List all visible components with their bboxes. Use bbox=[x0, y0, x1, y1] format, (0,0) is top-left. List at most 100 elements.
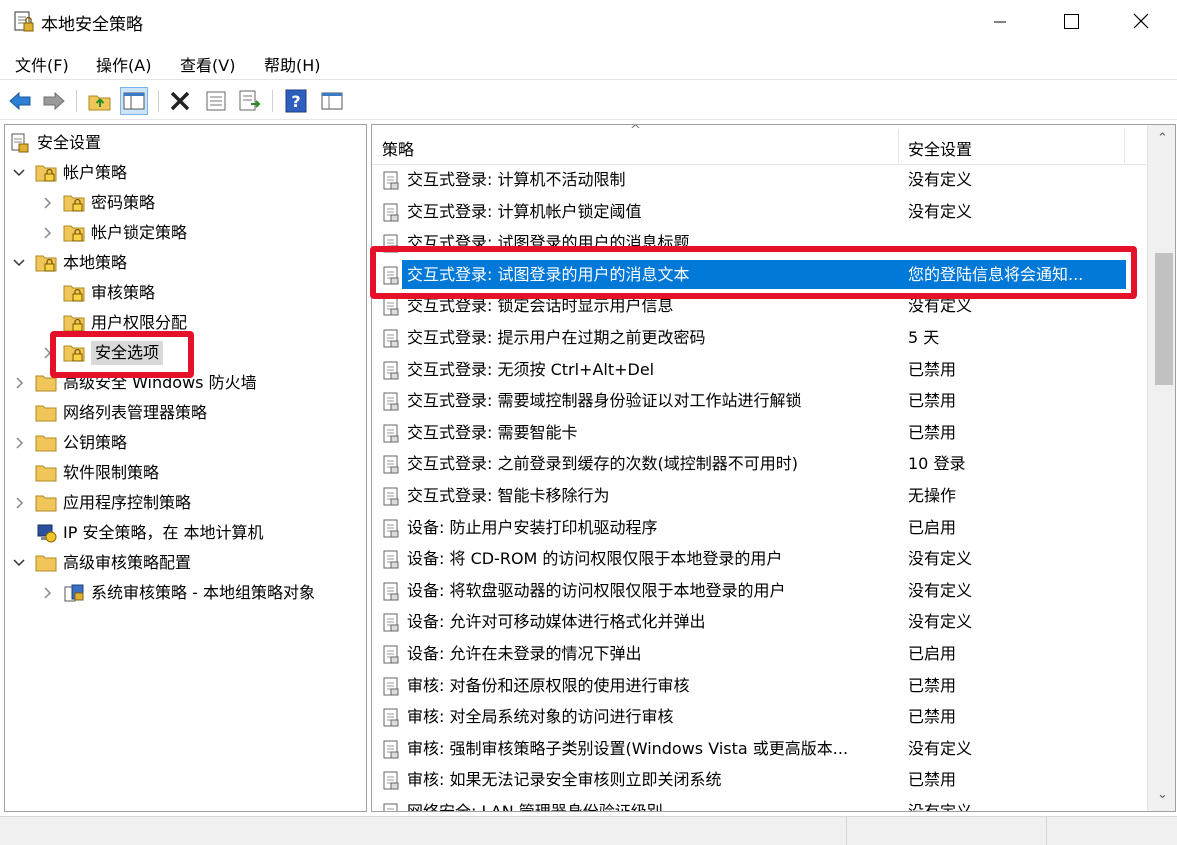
status-divider bbox=[846, 817, 847, 845]
folder-icon bbox=[35, 433, 57, 453]
column-divider[interactable] bbox=[1124, 129, 1125, 163]
expand-open-icon[interactable] bbox=[11, 248, 27, 278]
tree-item[interactable]: 安全设置 bbox=[5, 128, 355, 158]
policy-setting-value: 没有定义 bbox=[908, 549, 973, 569]
maximize-icon bbox=[1064, 14, 1079, 29]
policy-row[interactable]: 审核: 如果无法记录安全审核则立即关闭系统 已禁用 bbox=[372, 764, 1147, 796]
policy-setting-value: 已禁用 bbox=[908, 422, 957, 442]
tree-item-label: 密码策略 bbox=[91, 193, 156, 212]
svg-text:?: ? bbox=[291, 92, 300, 111]
menu-file[interactable]: 文件(F) bbox=[15, 52, 69, 76]
policy-setting-icon bbox=[382, 486, 400, 506]
tree-item[interactable]: 高级审核策略配置 bbox=[11, 548, 361, 578]
tree-item[interactable]: 帐户锁定策略 bbox=[39, 218, 366, 248]
policy-row[interactable]: 设备: 将软盘驱动器的访问权限仅限于本地登录的用户 没有定义 bbox=[372, 575, 1147, 607]
policy-row[interactable]: 审核: 对备份和还原权限的使用进行审核 已禁用 bbox=[372, 670, 1147, 702]
security-settings-icon bbox=[9, 133, 31, 153]
policy-name: 设备: 将软盘驱动器的访问权限仅限于本地登录的用户 bbox=[407, 580, 786, 600]
tree-item-label: IP 安全策略，在 本地计算机 bbox=[63, 523, 264, 542]
tree-item[interactable]: 本地策略 bbox=[11, 248, 361, 278]
tree-item[interactable]: 系统审核策略 - 本地组策略对象 bbox=[39, 578, 366, 608]
tree-item-label: 网络列表管理器策略 bbox=[63, 403, 208, 422]
up-folder-icon[interactable] bbox=[86, 87, 114, 115]
policy-setting-value: 已禁用 bbox=[908, 675, 957, 695]
export-list-icon[interactable] bbox=[236, 87, 264, 115]
policy-setting-value: 没有定义 bbox=[908, 170, 973, 189]
policy-setting-icon bbox=[382, 518, 400, 538]
highlight-box-message-text bbox=[370, 246, 1137, 299]
tree-item[interactable]: IP 安全策略，在 本地计算机 bbox=[11, 518, 361, 548]
policy-row[interactable]: 交互式登录: 计算机帐户锁定阈值 没有定义 bbox=[372, 196, 1147, 228]
column-divider[interactable] bbox=[898, 129, 899, 163]
sort-ascending-icon: ^ bbox=[630, 124, 641, 138]
help-icon[interactable]: ? bbox=[282, 87, 310, 115]
back-icon[interactable] bbox=[6, 87, 34, 115]
menu-help[interactable]: 帮助(H) bbox=[264, 52, 321, 76]
policy-setting-icon bbox=[382, 170, 400, 190]
menu-view[interactable]: 查看(V) bbox=[180, 52, 235, 76]
scroll-up-icon[interactable]: ⌃ bbox=[1148, 131, 1175, 151]
scroll-thumb[interactable] bbox=[1155, 253, 1173, 385]
policy-name: 审核: 对备份和还原权限的使用进行审核 bbox=[407, 675, 690, 695]
policy-setting-icon bbox=[382, 802, 400, 811]
policy-setting-icon bbox=[382, 202, 400, 222]
forward-icon[interactable] bbox=[40, 87, 68, 115]
policy-row[interactable]: 交互式登录: 智能卡移除行为 无操作 bbox=[372, 480, 1147, 512]
vertical-scrollbar[interactable]: ⌃ ⌄ bbox=[1147, 125, 1175, 811]
policy-name: 设备: 允许在未登录的情况下弹出 bbox=[407, 644, 642, 663]
policy-row[interactable]: 交互式登录: 需要域控制器身份验证以对工作站进行解锁 已禁用 bbox=[372, 385, 1147, 417]
expand-closed-icon[interactable] bbox=[39, 218, 55, 248]
policy-row[interactable]: 设备: 允许在未登录的情况下弹出 已启用 bbox=[372, 638, 1147, 670]
view-icon[interactable] bbox=[318, 87, 346, 115]
policy-name: 设备: 将 CD-ROM 的访问权限仅限于本地登录的用户 bbox=[407, 549, 783, 569]
close-button[interactable] bbox=[1118, 0, 1164, 44]
toolbar: ? bbox=[0, 82, 1177, 120]
policy-setting-value: 没有定义 bbox=[908, 738, 973, 758]
policy-row[interactable]: 交互式登录: 无须按 Ctrl+Alt+Del 已禁用 bbox=[372, 354, 1147, 386]
policy-row[interactable]: 交互式登录: 计算机不活动限制 没有定义 bbox=[372, 164, 1147, 196]
tree-item[interactable]: 公钥策略 bbox=[11, 428, 361, 458]
tree-item[interactable]: 网络列表管理器策略 bbox=[11, 398, 361, 428]
expand-open-icon[interactable] bbox=[11, 548, 27, 578]
policy-name: 交互式登录: 计算机帐户锁定阈值 bbox=[407, 201, 642, 221]
policy-row[interactable]: 设备: 将 CD-ROM 的访问权限仅限于本地登录的用户 没有定义 bbox=[372, 543, 1147, 575]
policy-setting-icon bbox=[382, 454, 400, 474]
policy-row[interactable]: 网络安全: LAN 管理器身份验证级别 没有定义 bbox=[372, 796, 1147, 812]
tree-item[interactable]: 帐户策略 bbox=[11, 158, 361, 188]
policy-folder-icon bbox=[63, 283, 85, 303]
policy-row[interactable]: 设备: 防止用户安装打印机驱动程序 已启用 bbox=[372, 512, 1147, 544]
tree-item[interactable]: 应用程序控制策略 bbox=[11, 488, 361, 518]
policy-row[interactable]: 审核: 强制审核策略子类别设置(Windows Vista 或更高版本... 没有… bbox=[372, 733, 1147, 765]
expand-closed-icon[interactable] bbox=[39, 188, 55, 218]
expand-closed-icon[interactable] bbox=[11, 368, 27, 398]
column-header-policy[interactable]: 策略 bbox=[382, 136, 414, 160]
policy-row[interactable]: 设备: 允许对可移动媒体进行格式化并弹出 没有定义 bbox=[372, 606, 1147, 638]
tree-item[interactable]: 密码策略 bbox=[39, 188, 366, 218]
show-hide-tree-icon[interactable] bbox=[120, 87, 148, 115]
tree-item-label: 帐户策略 bbox=[63, 163, 128, 182]
policy-name: 审核: 强制审核策略子类别设置(Windows Vista 或更高版本... bbox=[407, 738, 849, 758]
expand-open-icon[interactable] bbox=[11, 158, 27, 188]
policy-row[interactable]: 交互式登录: 之前登录到缓存的次数(域控制器不可用时) 10 登录 bbox=[372, 448, 1147, 480]
tree-item[interactable]: 审核策略 bbox=[39, 278, 366, 308]
column-header-setting[interactable]: 安全设置 bbox=[908, 136, 972, 160]
delete-icon[interactable] bbox=[166, 87, 194, 115]
policy-row[interactable]: 交互式登录: 需要智能卡 已禁用 bbox=[372, 417, 1147, 449]
maximize-button[interactable] bbox=[1047, 0, 1093, 44]
tree-item-label: 软件限制策略 bbox=[63, 463, 160, 482]
scroll-down-icon[interactable]: ⌄ bbox=[1148, 787, 1175, 807]
expand-closed-icon[interactable] bbox=[11, 488, 27, 518]
expand-closed-icon[interactable] bbox=[11, 428, 27, 458]
expand-closed-icon[interactable] bbox=[39, 578, 55, 608]
policy-row[interactable]: 审核: 对全局系统对象的访问进行审核 已禁用 bbox=[372, 701, 1147, 733]
minimize-button[interactable] bbox=[976, 0, 1022, 44]
policy-row[interactable]: 交互式登录: 提示用户在过期之前更改密码 5 天 bbox=[372, 322, 1147, 354]
policy-name: 交互式登录: 无须按 Ctrl+Alt+Del bbox=[407, 359, 655, 379]
folder-icon bbox=[35, 463, 57, 483]
properties-icon[interactable] bbox=[202, 87, 230, 115]
tree-item-label: 本地策略 bbox=[63, 253, 128, 272]
menu-action[interactable]: 操作(A) bbox=[96, 52, 151, 76]
policy-name: 设备: 防止用户安装打印机驱动程序 bbox=[407, 517, 658, 537]
tree-item[interactable]: 软件限制策略 bbox=[11, 458, 361, 488]
policy-name: 网络安全: LAN 管理器身份验证级别 bbox=[407, 802, 663, 812]
